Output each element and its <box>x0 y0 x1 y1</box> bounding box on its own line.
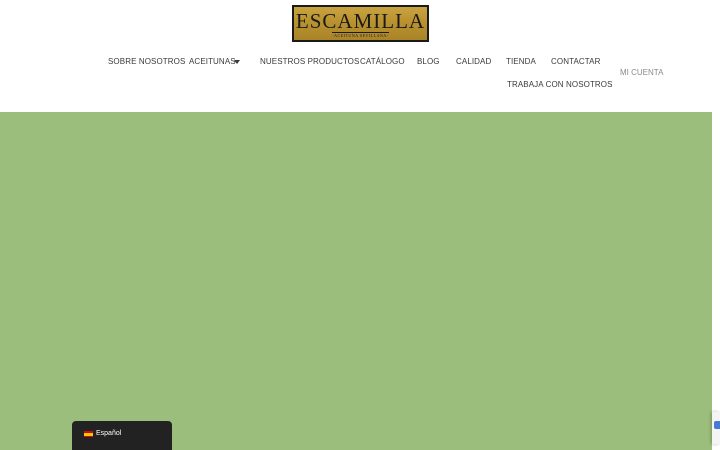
nav-item-catalogo[interactable]: CATÁLOGO <box>360 57 405 67</box>
nav-item-aceitunas[interactable]: ACEITUNAS <box>189 57 236 67</box>
recaptcha-icon <box>714 421 720 429</box>
spain-flag-icon <box>84 431 93 437</box>
logo-subtitle: -ACEITUNA SEVILLANA- <box>332 31 389 38</box>
caret-down-icon[interactable] <box>234 60 240 64</box>
recaptcha-badge[interactable] <box>712 412 720 444</box>
language-label: Español <box>96 430 122 437</box>
language-switcher[interactable]: Español <box>72 421 172 450</box>
nav-item-calidad[interactable]: CALIDAD <box>456 57 491 67</box>
site-header: ESCAMILLA -ACEITUNA SEVILLANA- SOBRE NOS… <box>0 0 712 112</box>
logo-title: ESCAMILLA <box>295 8 426 33</box>
hero-banner <box>0 112 712 450</box>
nav-item-nuestros-productos[interactable]: NUESTROS PRODUCTOS <box>260 57 359 67</box>
nav-item-tienda[interactable]: TIENDA <box>506 57 536 67</box>
nav-item-sobre-nosotros[interactable]: SOBRE NOSOTROS <box>108 57 185 67</box>
my-account-link[interactable]: MI CUENTA <box>620 68 663 78</box>
page-scrollbar[interactable] <box>712 0 720 450</box>
brand-logo[interactable]: ESCAMILLA -ACEITUNA SEVILLANA- <box>292 5 429 42</box>
nav-item-contactar[interactable]: CONTACTAR <box>551 57 601 67</box>
nav-item-blog[interactable]: BLOG <box>417 57 440 67</box>
nav-item-trabaja-con-nosotros[interactable]: TRABAJA CON NOSOTROS <box>507 80 613 90</box>
